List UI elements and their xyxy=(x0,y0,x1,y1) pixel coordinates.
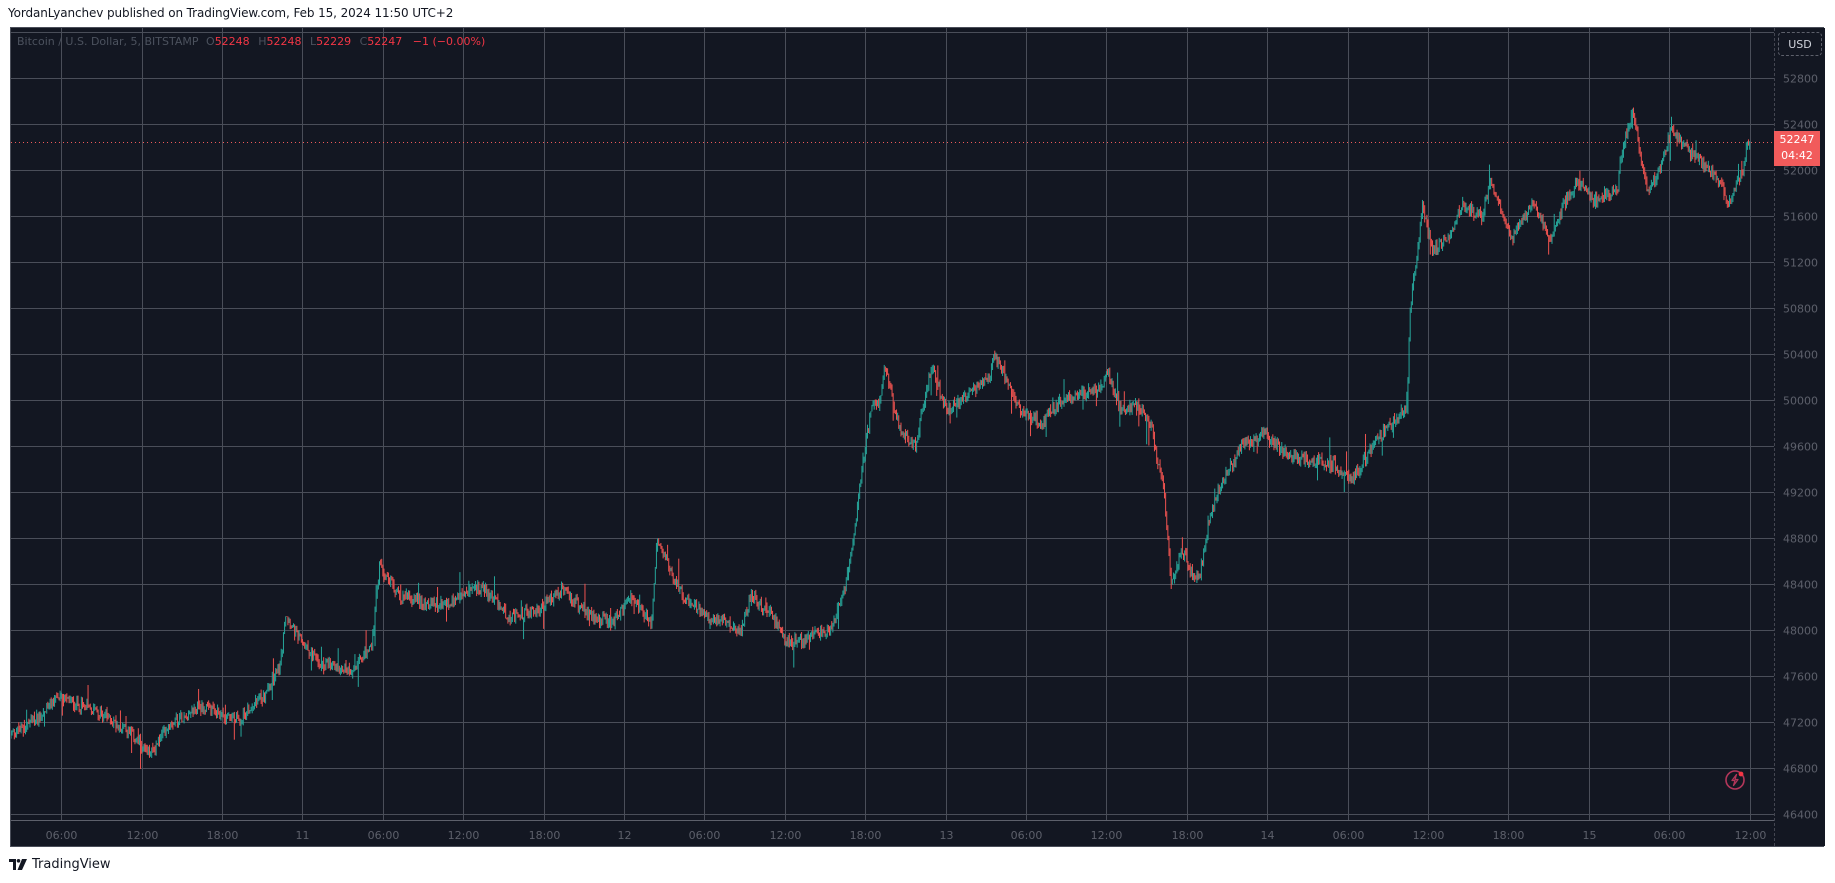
price-tick-label: 50400 xyxy=(1783,349,1818,362)
chart-container[interactable]: Bitcoin / U.S. Dollar, 5, BITSTAMP O5224… xyxy=(10,27,1825,847)
last-price-label: 52247 04:42 xyxy=(1774,130,1820,166)
price-tick-label: 52000 xyxy=(1783,165,1818,178)
time-tick-label: 18:00 xyxy=(1493,829,1525,842)
price-tick-label: 51600 xyxy=(1783,211,1818,224)
time-tick-label: 14 xyxy=(1261,829,1275,842)
change-value: −1 (−0.00%) xyxy=(412,35,486,48)
price-tick-label: 48000 xyxy=(1783,625,1818,638)
time-tick-label: 06:00 xyxy=(1654,829,1686,842)
high-value: 52248 xyxy=(266,35,302,48)
time-tick-label: 15 xyxy=(1583,829,1597,842)
price-tick-label: 50800 xyxy=(1783,303,1818,316)
time-tick-label: 13 xyxy=(940,829,954,842)
grid xyxy=(11,28,1774,820)
price-tick-label: 51200 xyxy=(1783,257,1818,270)
currency-button[interactable]: USD xyxy=(1778,32,1822,56)
low-value: 52229 xyxy=(316,35,352,48)
price-tick-label: 52800 xyxy=(1783,73,1818,86)
time-tick-label: 12 xyxy=(618,829,632,842)
time-axis-labels: 06:00 12:00 18:00 11 06:00 12:00 18:00 12 06:00 1… xyxy=(46,829,1767,842)
candles xyxy=(11,107,1751,769)
candlestick-chart[interactable] xyxy=(11,28,1774,820)
price-tick-label: 47200 xyxy=(1783,717,1818,730)
time-tick-label: 06:00 xyxy=(1333,829,1365,842)
time-tick-label: 06:00 xyxy=(368,829,400,842)
published-line: YordanLyanchev published on TradingView.… xyxy=(8,6,454,20)
time-tick-label: 12:00 xyxy=(770,829,802,842)
price-tick-label: 47600 xyxy=(1783,671,1818,684)
open-label: O xyxy=(206,35,215,48)
time-tick-label: 12:00 xyxy=(1413,829,1445,842)
time-tick-label: 12:00 xyxy=(448,829,480,842)
time-tick-label: 18:00 xyxy=(529,829,561,842)
bar-countdown: 04:42 xyxy=(1781,148,1813,162)
time-tick-label: 06:00 xyxy=(46,829,78,842)
symbol-name: Bitcoin / U.S. Dollar, 5, BITSTAMP xyxy=(17,35,199,48)
time-tick-label: 12:00 xyxy=(1735,829,1767,842)
time-axis[interactable]: 06:00 12:00 18:00 11 06:00 12:00 18:00 12 06:00 1… xyxy=(11,820,1774,847)
last-price-value: 52247 xyxy=(1779,132,1815,146)
footer-brand[interactable]: TradingView xyxy=(9,857,111,872)
close-value: 52247 xyxy=(367,35,403,48)
price-tick-label: 50000 xyxy=(1783,395,1818,408)
open-value: 52248 xyxy=(214,35,250,48)
time-tick-label: 12:00 xyxy=(127,829,159,842)
time-tick-label: 18:00 xyxy=(1172,829,1204,842)
price-tick-label: 48400 xyxy=(1783,579,1818,592)
price-tick-label: 49200 xyxy=(1783,487,1818,500)
lightning-icon[interactable] xyxy=(1723,768,1747,792)
plot-area[interactable]: Bitcoin / U.S. Dollar, 5, BITSTAMP O5224… xyxy=(11,28,1774,820)
footer-brand-text: TradingView xyxy=(32,857,111,872)
price-tick-label: 48800 xyxy=(1783,533,1818,546)
time-tick-label: 06:00 xyxy=(689,829,721,842)
price-tick-label: 49600 xyxy=(1783,441,1818,454)
time-tick-label: 18:00 xyxy=(207,829,239,842)
symbol-legend: Bitcoin / U.S. Dollar, 5, BITSTAMP O5224… xyxy=(17,35,485,48)
price-tick-label: 46800 xyxy=(1783,763,1818,776)
time-tick-label: 11 xyxy=(296,829,310,842)
tradingview-logo-icon xyxy=(9,858,27,870)
time-tick-label: 18:00 xyxy=(850,829,882,842)
time-tick-label: 12:00 xyxy=(1091,829,1123,842)
time-tick-label: 06:00 xyxy=(1011,829,1043,842)
price-tick-label: 46400 xyxy=(1783,809,1818,821)
